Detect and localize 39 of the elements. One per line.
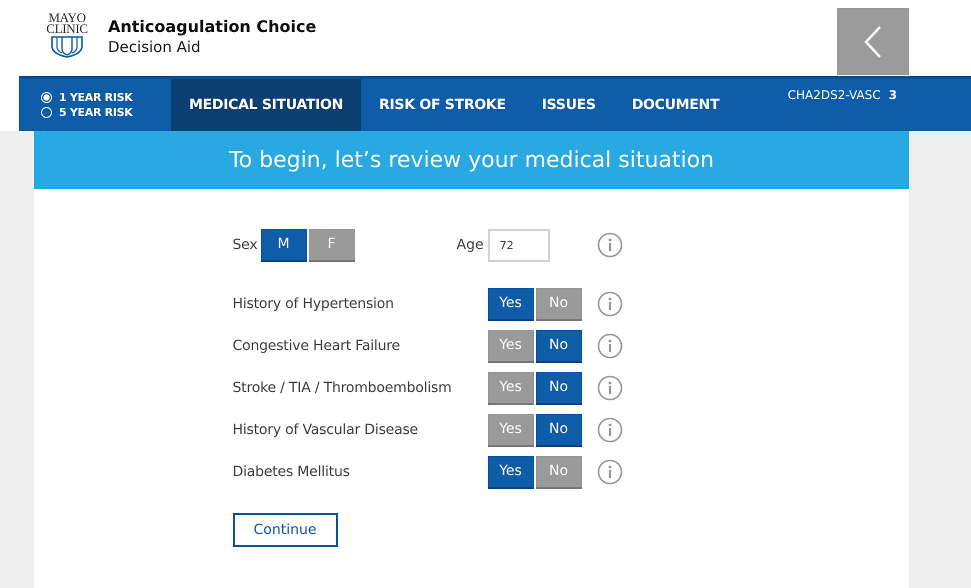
choice-button[interactable]: Yes: [488, 456, 534, 488]
field-label: Sex: [232, 237, 258, 253]
info-icon[interactable]: [596, 333, 622, 359]
condition-label: History of Hypertension: [232, 296, 395, 312]
logo-text: CLINIC: [46, 23, 88, 34]
info-icon[interactable]: [596, 232, 622, 258]
choice-button[interactable]: No: [536, 414, 582, 446]
nav-tab[interactable]: ISSUES: [524, 79, 614, 131]
info-icon[interactable]: [596, 291, 622, 317]
info-icon[interactable]: [596, 417, 622, 443]
choice-button[interactable]: M: [260, 228, 306, 262]
risk-radio-option[interactable]: 1 YEAR RISK: [41, 91, 171, 104]
score-value: 3: [888, 88, 897, 104]
back-button[interactable]: [837, 8, 909, 75]
age-input-field[interactable]: 72: [488, 228, 550, 262]
app-subtitle: Decision Aid: [108, 38, 202, 56]
condition-label: Diabetes Mellitus: [232, 464, 351, 480]
info-icon[interactable]: [596, 375, 622, 401]
info-icon[interactable]: [596, 459, 622, 485]
continue-button[interactable]: Continue: [232, 513, 338, 547]
choice-button[interactable]: Yes: [488, 288, 534, 320]
shield-logo-icon: [50, 36, 84, 58]
chevron-left-icon: [863, 24, 883, 58]
field-label: Age: [456, 237, 484, 253]
radio-label: 1 YEAR RISK: [59, 91, 132, 104]
logo-text: MAYO: [48, 12, 86, 23]
nav-tab[interactable]: DOCUMENT: [614, 79, 738, 131]
condition-label: Congestive Heart Failure: [232, 338, 401, 354]
risk-radio-option[interactable]: 5 YEAR RISK: [41, 106, 171, 119]
condition-label: History of Vascular Disease: [232, 422, 419, 438]
score-label: CHA2DS2-VASC: [788, 88, 881, 104]
radio-label: 5 YEAR RISK: [59, 106, 132, 119]
choice-button[interactable]: No: [536, 372, 582, 404]
nav-tab[interactable]: RISK OF STROKE: [361, 79, 524, 131]
choice-button[interactable]: No: [536, 330, 582, 362]
nav-tab[interactable]: MEDICAL SITUATION: [171, 79, 362, 131]
condition-label: Stroke / TIA / Thromboembolism: [232, 380, 453, 396]
app-title: Anticoagulation Choice: [108, 17, 316, 36]
banner-heading: To begin, let’s review your medical situation: [34, 131, 909, 189]
